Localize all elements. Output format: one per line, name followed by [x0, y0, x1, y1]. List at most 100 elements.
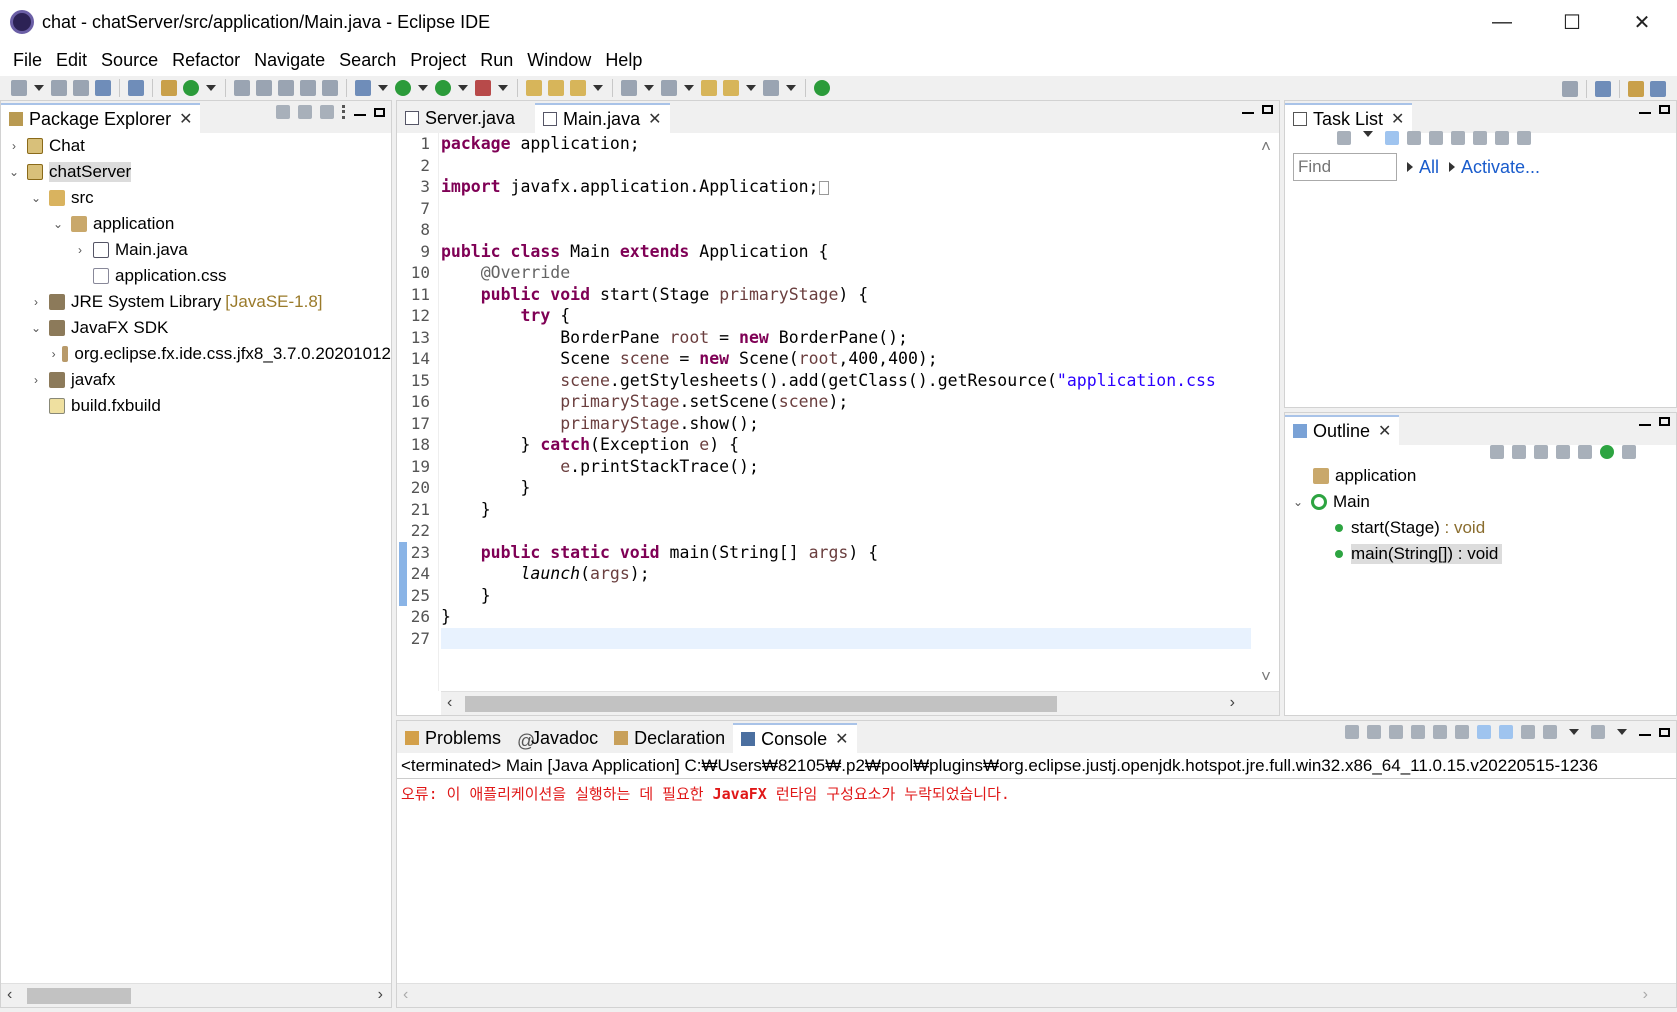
- tree-item-application[interactable]: ⌄ application: [1, 211, 391, 237]
- maximize-view-icon[interactable]: [1262, 105, 1273, 114]
- open-console-dropdown-icon[interactable]: [1617, 729, 1627, 735]
- display-console-icon[interactable]: [1543, 725, 1557, 739]
- maximize-view-icon[interactable]: [1659, 105, 1670, 114]
- tab-declaration[interactable]: Declaration: [606, 723, 733, 753]
- hide-fields-icon[interactable]: [1556, 445, 1570, 459]
- focus-icon[interactable]: [1490, 445, 1504, 459]
- code-text[interactable]: package application; import javafx.appli…: [441, 133, 1251, 691]
- menu-source[interactable]: Source: [94, 50, 165, 71]
- close-icon[interactable]: ✕: [179, 109, 192, 129]
- tree-item-main-java[interactable]: › Main.java: [1, 237, 391, 263]
- outline-item-main[interactable]: main(String[]) : void: [1285, 541, 1676, 567]
- word-wrap-icon[interactable]: [1455, 725, 1469, 739]
- menu-run[interactable]: Run: [473, 50, 520, 71]
- new-icon[interactable]: [11, 80, 27, 96]
- tree-item-src[interactable]: ⌄ src: [1, 185, 391, 211]
- code-editor[interactable]: 1 2 3 7 8 9 10 11 12 13 14 15 16 17 18 19 20 21 22 23 24 25 26…: [397, 133, 1279, 691]
- collapse-all-icon[interactable]: [1495, 131, 1509, 145]
- tab-outline[interactable]: Outline ✕: [1285, 415, 1400, 445]
- chevron-down-icon[interactable]: ⌄: [29, 191, 43, 205]
- activate-triangle-icon[interactable]: [1449, 162, 1456, 172]
- chevron-down-icon[interactable]: ⌄: [51, 217, 65, 231]
- focus-icon[interactable]: [1451, 131, 1465, 145]
- tree-item-jre[interactable]: › JRE System Library [JavaSE-1.8]: [1, 289, 391, 315]
- previous-annotation-dropdown-icon[interactable]: [684, 85, 694, 91]
- close-icon[interactable]: ✕: [835, 729, 848, 749]
- new-dropdown-icon[interactable]: [34, 85, 44, 91]
- external-tools-dropdown-icon[interactable]: [498, 85, 508, 91]
- menu-file[interactable]: File: [6, 50, 49, 71]
- scroll-up-icon[interactable]: ˄: [1261, 137, 1271, 157]
- external-tools-icon[interactable]: [475, 80, 491, 96]
- chevron-right-icon[interactable]: ›: [51, 347, 56, 361]
- vertical-scrollbar[interactable]: ˄ ˅: [1255, 133, 1279, 691]
- link-icon[interactable]: [1517, 131, 1531, 145]
- search-tool-icon[interactable]: [570, 80, 586, 96]
- tab-main-java[interactable]: Main.java ✕: [535, 103, 670, 133]
- sort-icon[interactable]: [1534, 445, 1548, 459]
- menu-navigate[interactable]: Navigate: [247, 50, 332, 71]
- menu-edit[interactable]: Edit: [49, 50, 94, 71]
- debug-perspective-icon[interactable]: [1650, 81, 1666, 97]
- tree-item-javafx[interactable]: › javafx: [1, 367, 391, 393]
- show-on-stderr-icon[interactable]: [1499, 725, 1513, 739]
- save-all-icon[interactable]: [73, 80, 89, 96]
- remove-launch-icon[interactable]: [1367, 725, 1381, 739]
- scroll-left-icon[interactable]: ‹: [447, 694, 452, 712]
- filters-icon[interactable]: [320, 105, 334, 119]
- open-type-icon[interactable]: [526, 80, 542, 96]
- last-edit-icon[interactable]: [701, 80, 717, 96]
- scroll-right-icon[interactable]: ›: [1230, 694, 1235, 712]
- tree-item-jfx-jar[interactable]: › org.eclipse.fx.ide.css.jfx8_3.7.0.2020…: [1, 341, 391, 367]
- word-wrap-icon[interactable]: [278, 80, 294, 96]
- activate-link[interactable]: Activate...: [1461, 157, 1540, 178]
- task-find-input[interactable]: [1293, 153, 1397, 181]
- new-class-dropdown-icon[interactable]: [206, 85, 216, 91]
- view-menu-icon[interactable]: [342, 105, 346, 119]
- console-horizontal-scrollbar[interactable]: ‹ ›: [397, 983, 1676, 1007]
- tab-problems[interactable]: Problems: [397, 723, 509, 753]
- menu-refactor[interactable]: Refactor: [165, 50, 247, 71]
- chevron-down-icon[interactable]: ⌄: [1291, 495, 1305, 509]
- editor-horizontal-scrollbar[interactable]: ‹ ›: [441, 691, 1279, 715]
- forward-icon[interactable]: [763, 80, 779, 96]
- folded-imports-icon[interactable]: [818, 180, 829, 195]
- menu-window[interactable]: Window: [520, 50, 598, 71]
- all-link[interactable]: All: [1419, 157, 1439, 178]
- hide-nonpublic-icon[interactable]: [1600, 445, 1614, 459]
- tab-javadoc[interactable]: @ Javadoc: [509, 723, 606, 753]
- save-icon[interactable]: [51, 80, 67, 96]
- tab-console[interactable]: Console ✕: [733, 723, 857, 753]
- outline-item-start[interactable]: start(Stage) : void: [1285, 515, 1676, 541]
- tree-item-chatserver[interactable]: ⌄ chatServer: [1, 159, 391, 185]
- open-console-icon[interactable]: [1591, 725, 1605, 739]
- maximize-view-icon[interactable]: [1659, 727, 1670, 737]
- maximize-view-icon[interactable]: [1659, 417, 1670, 426]
- sync-icon[interactable]: [1473, 131, 1487, 145]
- tree-item-application-css[interactable]: application.css: [1, 263, 391, 289]
- link-with-editor-icon[interactable]: [298, 105, 312, 119]
- debug-dropdown-icon[interactable]: [378, 85, 388, 91]
- chevron-down-icon[interactable]: ⌄: [7, 165, 21, 179]
- categorized-icon[interactable]: [1385, 131, 1399, 145]
- maximize-button[interactable]: ☐: [1537, 0, 1607, 44]
- remove-all-icon[interactable]: [1389, 725, 1403, 739]
- terminal-icon[interactable]: [95, 80, 111, 96]
- java-perspective-icon[interactable]: [1628, 81, 1644, 97]
- pin-console-icon[interactable]: [1521, 725, 1535, 739]
- console-output[interactable]: 오류: 이 애플리케이션을 실행하는 데 필요한 JavaFX 런타임 구성요소…: [397, 779, 1652, 983]
- collapse-all-icon[interactable]: [276, 105, 290, 119]
- next-annotation-dropdown-icon[interactable]: [644, 85, 654, 91]
- chevron-down-icon[interactable]: ⌄: [29, 321, 43, 335]
- scroll-left-icon[interactable]: ‹: [7, 986, 12, 1004]
- tree-item-chat[interactable]: › Chat: [1, 133, 391, 159]
- run-dropdown-icon[interactable]: [418, 85, 428, 91]
- scroll-thumb[interactable]: [27, 988, 131, 1004]
- scroll-thumb[interactable]: [465, 696, 1057, 712]
- outline-item-class[interactable]: ⌄ Main: [1285, 489, 1676, 515]
- back-dropdown-icon[interactable]: [746, 85, 756, 91]
- toggle-annotation-icon[interactable]: [256, 80, 272, 96]
- show-on-stdout-icon[interactable]: [1477, 725, 1491, 739]
- close-icon[interactable]: ✕: [648, 109, 661, 129]
- chevron-right-icon[interactable]: ›: [73, 243, 87, 257]
